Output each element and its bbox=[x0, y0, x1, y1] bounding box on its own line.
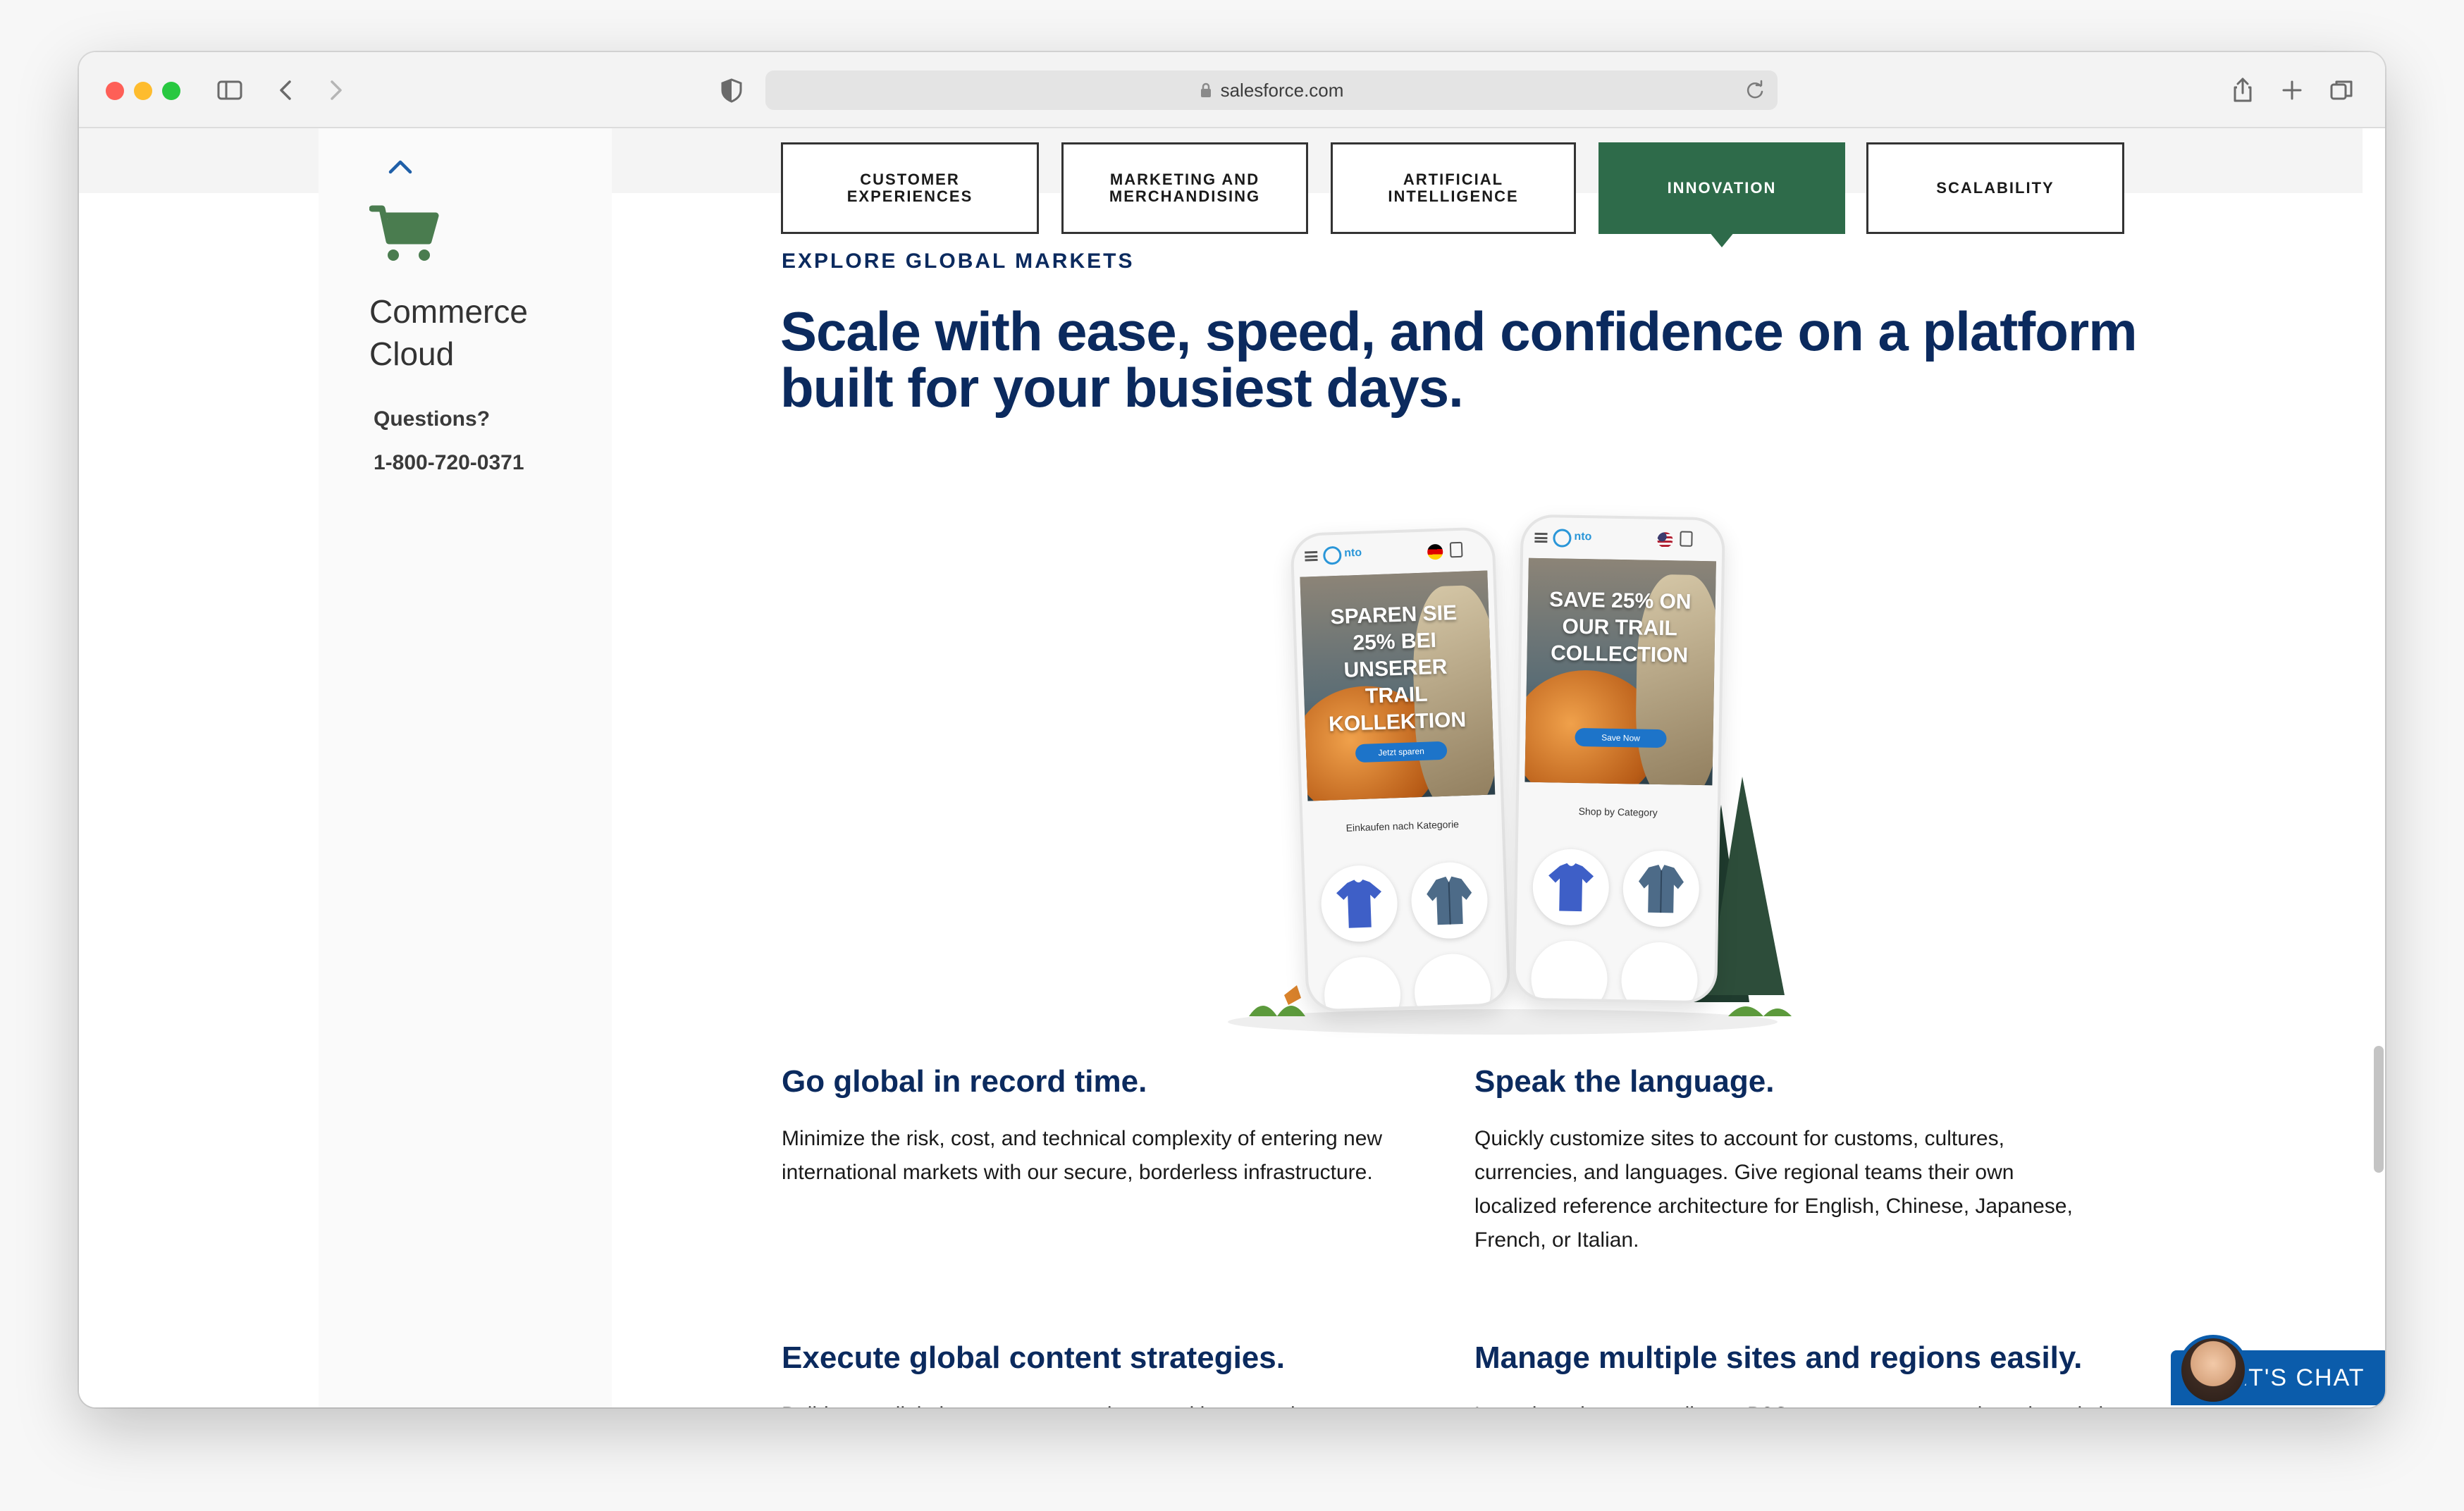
forward-icon[interactable] bbox=[319, 73, 352, 107]
chat-widget[interactable]: LET'S CHAT bbox=[2093, 1335, 2385, 1407]
bag-icon bbox=[1449, 541, 1463, 558]
product-name-line2: Cloud bbox=[369, 335, 455, 372]
jacket-icon bbox=[1410, 861, 1489, 940]
tab-artificial-intelligence[interactable]: ARTIFICIAL INTELLIGENCE bbox=[1331, 142, 1576, 234]
share-icon[interactable] bbox=[2226, 73, 2260, 107]
feature-body: Quickly customize sites to account for c… bbox=[1474, 1127, 2073, 1252]
shop-category-label: Shop by Category bbox=[1578, 806, 1658, 818]
promo-text: SPAREN SIE 25% BEI UNSERER TRAIL KOLLEKT… bbox=[1328, 601, 1467, 736]
feature-body: Launch and manage all your B2C ecommerce… bbox=[1474, 1398, 2151, 1407]
shopping-cart-icon bbox=[369, 205, 439, 261]
global-phones-illustration: nto SPAREN SIE 25% BEI UNSERER TRAIL KOL… bbox=[1164, 509, 1841, 1044]
chat-agent-avatar[interactable] bbox=[2178, 1335, 2248, 1405]
product-sidebar: Commerce Cloud Questions? 1-800-720-0371 bbox=[319, 128, 612, 1407]
section-eyebrow: EXPLORE GLOBAL MARKETS bbox=[782, 249, 1135, 273]
phone-mockup-english: nto SAVE 25% ON OUR TRAIL COLLECTION Sav… bbox=[1513, 514, 1725, 1004]
tshirt-icon bbox=[1319, 864, 1399, 944]
tab-marketing-merchandising[interactable]: MARKETING AND MERCHANDISING bbox=[1061, 142, 1308, 234]
new-tab-icon[interactable] bbox=[2275, 73, 2309, 107]
close-window-button[interactable] bbox=[106, 82, 124, 100]
web-page: Commerce Cloud Questions? 1-800-720-0371… bbox=[79, 128, 2363, 1407]
hamburger-icon bbox=[1534, 532, 1548, 543]
tshirt-icon bbox=[1532, 848, 1610, 926]
feature-body: Build great digital commerce experiences… bbox=[782, 1398, 1430, 1407]
promo-button: Save Now bbox=[1575, 727, 1667, 748]
hamburger-icon bbox=[1305, 550, 1318, 562]
chevron-up-icon[interactable] bbox=[386, 158, 414, 176]
bag-icon bbox=[1680, 531, 1693, 547]
tab-customer-experiences[interactable]: CUSTOMER EXPERIENCES bbox=[781, 142, 1039, 234]
reload-icon[interactable] bbox=[1744, 79, 1766, 101]
store-logo-text: nto bbox=[1343, 546, 1362, 560]
feature-title: Go global in record time. bbox=[782, 1064, 1147, 1099]
german-flag-icon bbox=[1427, 543, 1443, 560]
tab-innovation[interactable]: INNOVATION bbox=[1598, 142, 1845, 247]
phone-number-link[interactable]: 1-800-720-0371 bbox=[374, 451, 524, 475]
product-name[interactable]: Commerce Cloud bbox=[369, 290, 595, 375]
phone-mockup-german: nto SPAREN SIE 25% BEI UNSERER TRAIL KOL… bbox=[1290, 526, 1511, 1013]
jacket-icon bbox=[1622, 850, 1700, 928]
questions-label: Questions? bbox=[374, 407, 491, 431]
url-text: salesforce.com bbox=[1220, 79, 1344, 101]
product-name-line1: Commerce bbox=[369, 293, 528, 330]
vertical-scrollbar[interactable] bbox=[2374, 1046, 2384, 1173]
feature-body: Minimize the risk, cost, and technical c… bbox=[782, 1127, 1383, 1184]
promo-banner: SAVE 25% ON OUR TRAIL COLLECTION Save No… bbox=[1524, 557, 1716, 786]
minimize-window-button[interactable] bbox=[134, 82, 152, 100]
address-bar[interactable]: salesforce.com bbox=[765, 70, 1778, 110]
feature-title: Execute global content strategies. bbox=[782, 1340, 1285, 1375]
promo-button: Jetzt sparen bbox=[1355, 741, 1448, 763]
browser-window: salesforce.com Commerce Cloud Questions?… bbox=[79, 52, 2385, 1407]
store-logo-text: nto bbox=[1574, 530, 1592, 543]
feature-title: Speak the language. bbox=[1474, 1064, 1775, 1099]
tab-scalability[interactable]: SCALABILITY bbox=[1866, 142, 2124, 234]
tab-overview-icon[interactable] bbox=[2324, 73, 2358, 107]
store-logo-icon bbox=[1322, 545, 1342, 565]
feature-title: Manage multiple sites and regions easily… bbox=[1474, 1340, 2083, 1375]
privacy-shield-icon[interactable] bbox=[715, 73, 749, 107]
us-flag-icon bbox=[1657, 531, 1673, 548]
shop-category-label: Einkaufen nach Kategorie bbox=[1345, 818, 1460, 834]
section-headline: Scale with ease, speed, and confidence o… bbox=[780, 300, 2138, 419]
browser-toolbar: salesforce.com bbox=[79, 52, 2385, 128]
store-logo-icon bbox=[1553, 529, 1572, 548]
zoom-window-button[interactable] bbox=[162, 82, 180, 100]
sidebar-toggle-icon[interactable] bbox=[213, 73, 247, 107]
lock-icon bbox=[1200, 82, 1211, 97]
back-icon[interactable] bbox=[269, 73, 303, 107]
promo-text: SAVE 25% ON OUR TRAIL COLLECTION bbox=[1549, 588, 1692, 667]
promo-banner: SPAREN SIE 25% BEI UNSERER TRAIL KOLLEKT… bbox=[1300, 570, 1496, 801]
